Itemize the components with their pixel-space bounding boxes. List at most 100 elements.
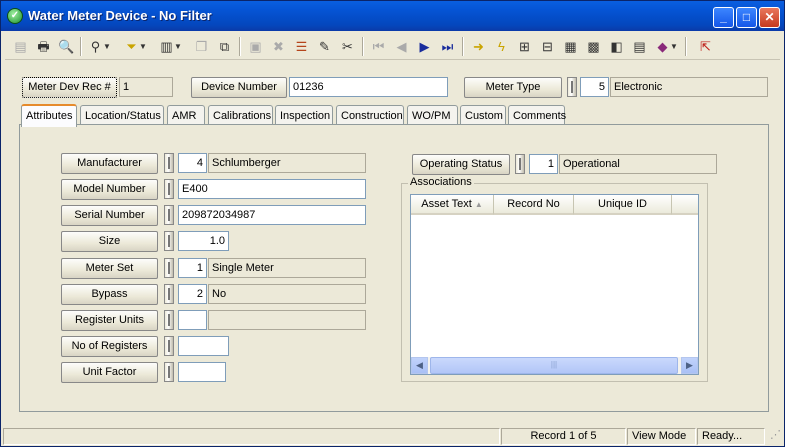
serial-number-button[interactable]: Serial Number [61, 205, 158, 226]
print-icon[interactable]: 🖶 [33, 36, 54, 57]
device-number-field[interactable]: 01236 [289, 77, 448, 97]
scissors-icon[interactable]: ✂ [337, 36, 358, 57]
bypass-lookup[interactable] [164, 284, 174, 304]
model-number-button[interactable]: Model Number [61, 179, 158, 200]
no-of-registers-lookup[interactable] [164, 336, 174, 356]
size-field[interactable]: 1.0 [178, 231, 229, 251]
tab-comments[interactable]: Comments [508, 105, 566, 126]
scroll-thumb[interactable]: ||| [430, 357, 678, 374]
unit-factor-field[interactable] [178, 362, 226, 382]
meter-set-lookup[interactable] [164, 258, 174, 278]
gis-icon[interactable]: ◧ [606, 36, 627, 57]
column-header-spacer [672, 195, 698, 215]
status-pane-empty [3, 428, 500, 445]
lightning-icon[interactable]: ϟ [491, 36, 512, 57]
app-window: ✓ Water Meter Device - No Filter _ □ ✕ ▤… [0, 0, 785, 447]
register-units-lookup[interactable] [164, 310, 174, 330]
meter-type-code-field[interactable]: 5 [580, 77, 609, 97]
tab-calibrations[interactable]: Calibrations [208, 105, 273, 126]
meter-dev-rec-button[interactable]: Meter Dev Rec # [22, 77, 117, 98]
chevron-down-icon[interactable]: ▼ [138, 36, 148, 57]
delete-icon[interactable]: ✖ [268, 36, 289, 57]
meter-set-code-field[interactable]: 1 [178, 258, 207, 278]
meter-type-description: Electronic [610, 77, 768, 97]
tab-inspection[interactable]: Inspection [275, 105, 333, 126]
tab-construction[interactable]: Construction [336, 105, 404, 126]
chevron-down-icon[interactable]: ▼ [173, 36, 183, 57]
app-check-icon: ✓ [7, 8, 23, 24]
grid-icon[interactable]: ▤ [629, 36, 650, 57]
operating-status-code-field[interactable]: 1 [529, 154, 558, 174]
goto-arrow-icon[interactable]: ➜ [468, 36, 489, 57]
column-header-record-no[interactable]: Record No [494, 195, 574, 215]
tab-amr[interactable]: AMR [167, 105, 205, 126]
operating-status-lookup[interactable] [515, 154, 525, 174]
hierarchy-icon[interactable]: ⊞ [514, 36, 535, 57]
model-number-field[interactable]: E400 [178, 179, 366, 199]
books-icon[interactable]: ☰ [291, 36, 312, 57]
toolbar: ▤ 🖶 🔍 ⚲ ▼ ⏷ ▼ ▥ ▼ ❐ ⧉ ▣ ✖ ☰ ✎ ✂ ⏮ ◀ ▶ ⏭ … [5, 34, 780, 60]
manufacturer-lookup[interactable] [164, 153, 174, 173]
serial-number-lookup[interactable] [164, 205, 174, 225]
sort-ascending-icon: ▲ [474, 200, 483, 209]
chevron-down-icon[interactable]: ▼ [102, 36, 112, 57]
maximize-button[interactable]: □ [736, 7, 757, 28]
scroll-right-icon[interactable]: ▶ [681, 357, 698, 374]
tab-location-status[interactable]: Location/Status [80, 105, 164, 126]
meter-set-button[interactable]: Meter Set [61, 258, 158, 279]
close-button[interactable]: ✕ [759, 7, 780, 28]
tab-attributes[interactable]: Attributes [21, 104, 77, 127]
associations-horizontal-scrollbar[interactable]: ◀ ||| ▶ [411, 357, 698, 374]
new-record-icon[interactable]: ▤ [10, 36, 31, 57]
window-title: Water Meter Device - No Filter [28, 8, 212, 23]
status-bar: Record 1 of 5 View Mode Ready... ⋰ [3, 427, 783, 446]
no-of-registers-button[interactable]: No of Registers [61, 336, 158, 357]
pencil-icon[interactable]: ✎ [314, 36, 335, 57]
tree-icon[interactable]: ⊟ [537, 36, 558, 57]
first-record-icon[interactable]: ⏮ [368, 36, 389, 57]
associations-list[interactable]: Asset Text ▲ Record No Unique ID ◀ ||| ▶ [410, 194, 699, 375]
meter-type-button[interactable]: Meter Type [464, 77, 562, 98]
resize-grip-icon[interactable]: ⋰ [766, 428, 782, 445]
size-button[interactable]: Size [61, 231, 158, 252]
tab-custom[interactable]: Custom [460, 105, 506, 126]
copy-record-icon[interactable]: ⧉ [214, 36, 235, 57]
operating-status-description: Operational [559, 154, 717, 174]
unit-factor-lookup[interactable] [164, 362, 174, 382]
model-number-lookup[interactable] [164, 179, 174, 199]
operating-status-button[interactable]: Operating Status [412, 154, 510, 175]
manufacturer-description: Schlumberger [208, 153, 366, 173]
manufacturer-button[interactable]: Manufacturer [61, 153, 158, 174]
meter-set-description: Single Meter [208, 258, 366, 278]
chevron-down-icon[interactable]: ▼ [669, 36, 679, 57]
associations-label: Associations [408, 176, 474, 188]
print-preview-icon[interactable]: 🔍 [56, 36, 77, 57]
next-record-icon[interactable]: ▶ [414, 36, 435, 57]
title-bar[interactable]: ✓ Water Meter Device - No Filter _ □ ✕ [1, 1, 784, 31]
status-record-counter: Record 1 of 5 [501, 428, 626, 445]
last-record-icon[interactable]: ⏭ [437, 36, 458, 57]
unit-factor-button[interactable]: Unit Factor [61, 362, 158, 383]
device-number-button[interactable]: Device Number [191, 77, 287, 98]
bypass-code-field[interactable]: 2 [178, 284, 207, 304]
register-units-button[interactable]: Register Units [61, 310, 158, 331]
status-mode: View Mode [627, 428, 696, 445]
size-lookup[interactable] [164, 231, 174, 251]
register-units-code-field[interactable] [178, 310, 207, 330]
no-of-registers-field[interactable] [178, 336, 229, 356]
exit-icon[interactable]: ⇱ [695, 36, 716, 57]
scroll-left-icon[interactable]: ◀ [411, 357, 428, 374]
edit-copy-icon[interactable]: ❐ [191, 36, 212, 57]
manufacturer-code-field[interactable]: 4 [178, 153, 207, 173]
column-header-unique-id[interactable]: Unique ID [574, 195, 672, 215]
meter-type-lookup[interactable] [567, 77, 577, 97]
minimize-button[interactable]: _ [713, 7, 734, 28]
calculator-icon[interactable]: ▩ [583, 36, 604, 57]
serial-number-field[interactable]: 209872034987 [178, 205, 366, 225]
previous-record-icon[interactable]: ◀ [391, 36, 412, 57]
map-icon[interactable]: ▦ [560, 36, 581, 57]
column-header-asset-text[interactable]: Asset Text ▲ [411, 195, 494, 215]
save-icon[interactable]: ▣ [245, 36, 266, 57]
tab-wo-pm[interactable]: WO/PM [407, 105, 458, 126]
bypass-button[interactable]: Bypass [61, 284, 158, 305]
